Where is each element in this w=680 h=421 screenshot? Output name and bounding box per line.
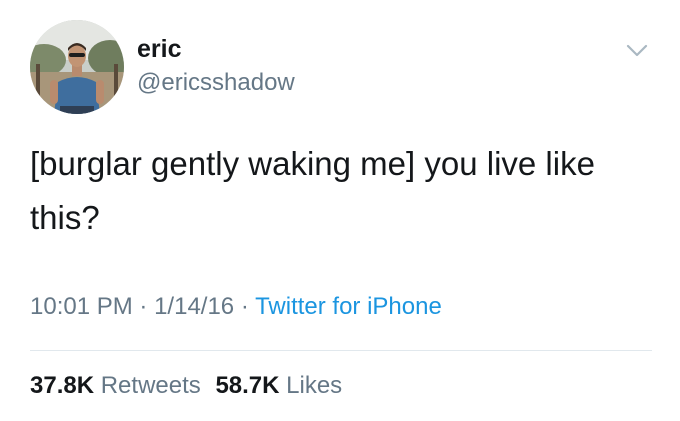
divider bbox=[30, 350, 652, 351]
likes-stat[interactable]: 58.7K Likes bbox=[215, 372, 342, 399]
retweets-label: Retweets bbox=[100, 372, 201, 399]
avatar-image bbox=[30, 20, 124, 114]
tweet-source-link[interactable]: Twitter for iPhone bbox=[255, 293, 442, 320]
retweets-stat[interactable]: 37.8K Retweets bbox=[30, 372, 207, 399]
user-handle[interactable]: @ericsshadow bbox=[137, 68, 295, 98]
chevron-down-icon-glyph bbox=[626, 44, 648, 57]
tweet-meta: 10:01 PM · 1/14/16 · Twitter for iPhone bbox=[30, 291, 442, 323]
tweet-date[interactable]: 1/14/16 bbox=[154, 293, 234, 320]
tweet-time[interactable]: 10:01 PM bbox=[30, 293, 133, 320]
meta-separator: · bbox=[240, 293, 249, 320]
likes-label: Likes bbox=[286, 372, 343, 399]
tweet-text: [burglar gently waking me] you live like… bbox=[30, 145, 595, 236]
chevron-down-icon[interactable] bbox=[622, 40, 652, 62]
avatar[interactable] bbox=[30, 20, 124, 114]
tweet-stats: 37.8K Retweets 58.7K Likes bbox=[30, 370, 342, 402]
meta-separator: · bbox=[139, 293, 148, 320]
display-name[interactable]: eric bbox=[137, 34, 181, 64]
tweet-card: eric @ericsshadow [burglar gently waking… bbox=[0, 0, 680, 421]
retweets-count: 37.8K bbox=[30, 372, 95, 399]
likes-count: 58.7K bbox=[215, 372, 280, 399]
